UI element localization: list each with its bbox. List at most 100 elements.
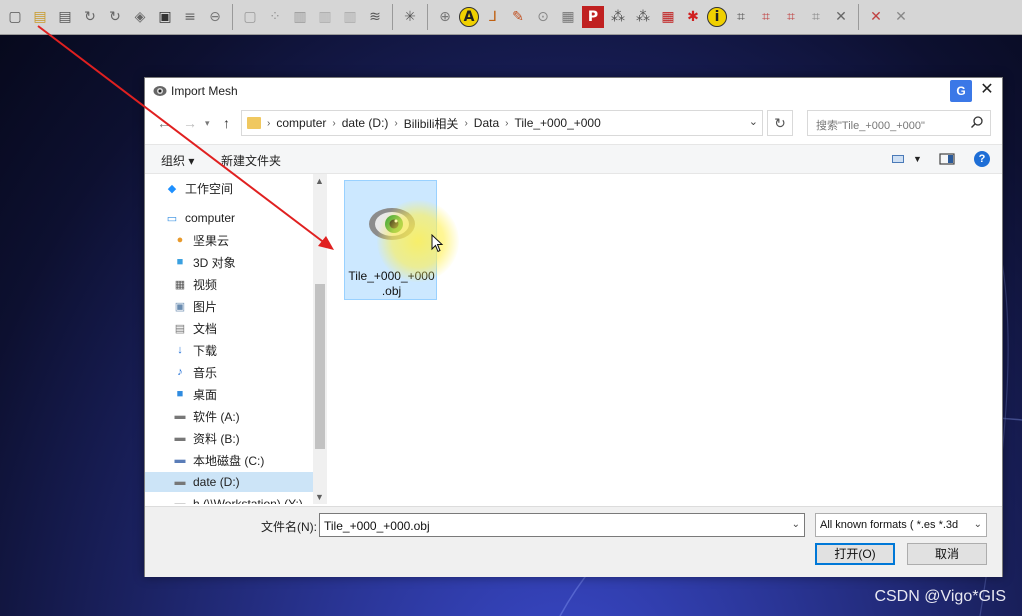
app-toolbar: ▢ ▤ ▤ ↻ ↻ ◈ ▣ ≡ ⊖ ▢ ⁘ ▥ ▥ ▥ ≋ ✳ ⊕ A ⅃ ✎ ⊙ ▦ P ⁂ ⁂ ▦ ✱ i ⌗ ⌗ ⌗ ⌗ ✕ ✕ ✕ — [0, 0, 1022, 35]
sidebar-item[interactable]: ▬ 资料 (B:) — [145, 428, 313, 448]
sidebar-item[interactable]: ▤ 文档 — [145, 318, 313, 338]
bounding-box-icon[interactable]: ▢ — [239, 6, 261, 28]
brush-icon[interactable]: ✎ — [507, 6, 529, 28]
search-placeholder: 搜索"Tile_+000_+000" — [816, 120, 925, 132]
sidebar-item[interactable]: ■ 桌面 — [145, 384, 313, 404]
paint-icon[interactable]: ▦ — [557, 6, 579, 28]
cancel-button[interactable]: 取消 — [907, 543, 987, 565]
breadcrumb-bilibili[interactable]: Bilibili相关 — [404, 115, 459, 132]
mesh-layers-icon[interactable]: ◈ — [129, 6, 151, 28]
p-icon[interactable]: P — [582, 6, 604, 28]
scrollbar-thumb[interactable] — [315, 284, 325, 449]
organize-button[interactable]: 组织 ▾ — [161, 152, 194, 169]
file-list: Tile_+000_+000 .obj — [329, 174, 1001, 504]
sidebar-item[interactable]: ● 坚果云 — [145, 230, 313, 250]
scroll-down-icon[interactable]: ▼ — [315, 492, 324, 502]
translate-button[interactable]: G — [950, 80, 972, 102]
new-file-icon[interactable]: ▢ — [4, 6, 26, 28]
color-icon[interactable]: ▦ — [657, 6, 679, 28]
file-type-dropdown-icon[interactable]: ⌄ — [974, 519, 982, 530]
meshlab-app-icon — [153, 86, 167, 96]
sidebar-item-label: 坚果云 — [193, 233, 230, 248]
breadcrumb-data[interactable]: Data — [474, 116, 499, 130]
cross3-icon[interactable]: ✕ — [890, 6, 912, 28]
sidebar-item[interactable]: ■ 3D 对象 — [145, 252, 313, 272]
select-points-icon[interactable]: ⁂ — [607, 6, 629, 28]
layers-icon[interactable]: ≋ — [364, 6, 386, 28]
poly3-icon[interactable]: ⌗ — [805, 6, 827, 28]
bars-light-icon[interactable]: ▥ — [339, 6, 361, 28]
drive-a-icon: ▬ — [174, 410, 186, 422]
open-folder-icon[interactable]: ▤ — [29, 6, 51, 28]
star-icon[interactable]: ✱ — [682, 6, 704, 28]
sidebar-item[interactable]: ▬ 软件 (A:) — [145, 406, 313, 426]
rotate-mesh-icon[interactable]: ↻ — [104, 6, 126, 28]
new-folder-button[interactable]: 新建文件夹 — [221, 152, 281, 169]
breadcrumb-drive[interactable]: date (D:) — [342, 116, 389, 130]
filename-dropdown-icon[interactable]: ⌄ — [792, 519, 800, 530]
filename-label: 文件名(N): — [261, 520, 317, 534]
close-button[interactable]: ✕ — [978, 81, 996, 99]
open-project-icon[interactable]: ▤ — [54, 6, 76, 28]
points-icon[interactable]: ⁘ — [264, 6, 286, 28]
sidebar-item[interactable]: ▬ date (D:) — [145, 472, 313, 492]
3d-objects-icon: ■ — [176, 256, 184, 268]
box-wire-icon[interactable]: ▥ — [289, 6, 311, 28]
up-arrow-icon[interactable]: ↑ — [223, 115, 230, 131]
breadcrumb-computer[interactable]: computer — [276, 116, 326, 130]
toolbar-separator — [232, 4, 233, 30]
computer-icon: ▭ — [166, 212, 178, 225]
axis-lines-icon[interactable]: ⅃ — [482, 6, 504, 28]
sidebar-item[interactable]: ◆ 工作空间 — [145, 178, 313, 198]
sidebar-item-label: h (\\Workstation) (Y:) — [193, 497, 303, 504]
axis-icon[interactable]: ✳ — [399, 6, 421, 28]
breadcrumb-tile[interactable]: Tile_+000_+000 — [514, 116, 600, 130]
sidebar-item[interactable]: ▬ 本地磁盘 (C:) — [145, 450, 313, 470]
cursor-highlight — [377, 200, 459, 282]
poly2-icon[interactable]: ⌗ — [780, 6, 802, 28]
address-dropdown-icon[interactable]: ⌄ — [749, 115, 758, 128]
preview-pane-icon[interactable] — [939, 152, 955, 166]
info-icon[interactable]: i — [707, 7, 727, 27]
forward-arrow-icon[interactable]: → — [183, 115, 197, 131]
filename-input[interactable]: Tile_+000_+000.obj ⌄ — [319, 513, 805, 537]
open-button[interactable]: 打开(O) — [815, 543, 895, 565]
cross-icon[interactable]: ✕ — [830, 6, 852, 28]
nutstore-icon: ● — [176, 234, 184, 246]
scroll-up-icon[interactable]: ▲ — [315, 176, 324, 186]
nav-scrollbar[interactable]: ▲ ▼ — [313, 174, 327, 504]
sidebar-item[interactable]: ▬ h (\\Workstation) (Y:) — [145, 494, 313, 504]
file-type-select[interactable]: All known formats ( *.es *.3d ⌄ — [815, 513, 987, 537]
rotate-icon[interactable]: ↻ — [79, 6, 101, 28]
camera-icon[interactable]: ▣ — [154, 6, 176, 28]
pictures-icon: ▣ — [174, 300, 186, 313]
stack-icon[interactable]: ≡ — [179, 6, 201, 28]
view-mode-icon[interactable] — [891, 152, 907, 166]
address-bar[interactable]: › computer › date (D:) › Bilibili相关 › Da… — [241, 110, 763, 136]
poly-icon[interactable]: ⌗ — [755, 6, 777, 28]
select-faces-icon[interactable]: ⁂ — [632, 6, 654, 28]
sidebar-item[interactable]: ▭ computer — [145, 208, 313, 228]
sidebar-item[interactable]: ♪ 音乐 — [145, 362, 313, 382]
globe-icon[interactable]: ⊖ — [204, 6, 226, 28]
sidebar-item[interactable]: ▣ 图片 — [145, 296, 313, 316]
annotation-a-icon[interactable]: A — [459, 7, 479, 27]
pick-icon[interactable]: ⌗ — [730, 6, 752, 28]
view-dropdown-icon[interactable]: ▼ — [913, 154, 922, 164]
recent-chevron-icon[interactable]: ▾ — [205, 118, 210, 129]
cross2-icon[interactable]: ✕ — [865, 6, 887, 28]
network-drive-icon: ▬ — [174, 498, 186, 504]
sidebar-item[interactable]: ▦ 视频 — [145, 274, 313, 294]
help-icon[interactable]: ? — [974, 151, 990, 167]
breadcrumb-separator-icon: › — [505, 117, 509, 129]
lighting-icon[interactable]: ⊙ — [532, 6, 554, 28]
desktop-icon: ■ — [176, 388, 184, 400]
dialog-title: Import Mesh — [171, 84, 238, 98]
sidebar-item[interactable]: ↓ 下载 — [145, 340, 313, 360]
back-arrow-icon[interactable]: ← — [157, 115, 171, 131]
search-input[interactable]: 搜索"Tile_+000_+000" — [807, 110, 991, 136]
globe2-icon[interactable]: ⊕ — [434, 6, 456, 28]
refresh-icon[interactable]: ↻ — [767, 110, 793, 136]
bars-icon[interactable]: ▥ — [314, 6, 336, 28]
search-icon[interactable] — [970, 115, 984, 129]
